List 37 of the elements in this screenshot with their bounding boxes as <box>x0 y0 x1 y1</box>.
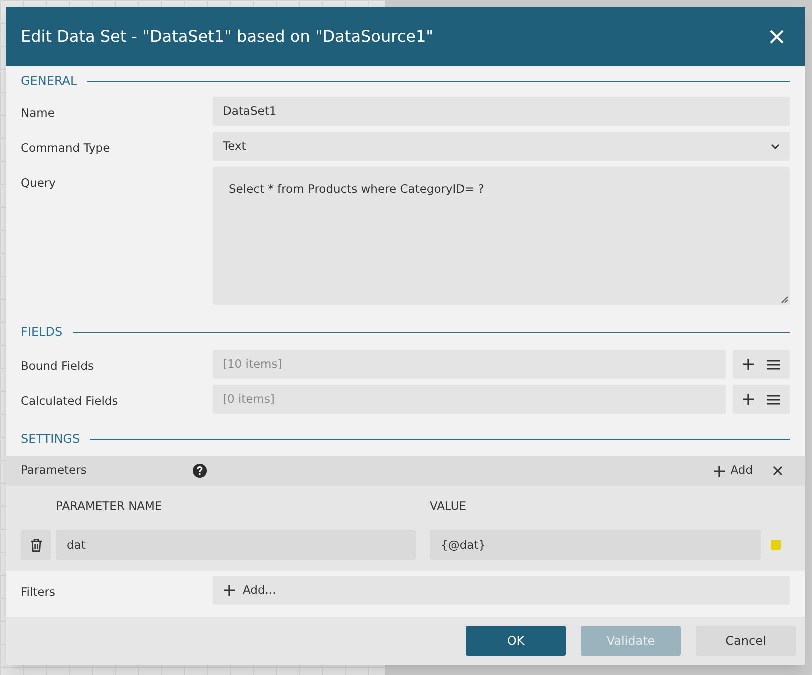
add-button[interactable] <box>743 394 754 405</box>
section-heading: FIELDS <box>21 324 63 341</box>
trash-icon <box>30 538 42 552</box>
field-label: Name <box>21 105 56 122</box>
window-title: Edit Data Set - "DataSet1" based on "DataSource1" <box>21 26 434 48</box>
section-heading: GENERAL <box>21 73 78 90</box>
plus-icon <box>714 466 725 476</box>
parameter-name-field[interactable]: dat <box>56 530 416 560</box>
add-parameter-button[interactable]: Add <box>714 462 753 480</box>
query-text: Select * from Products where CategoryID= ? <box>229 182 484 196</box>
plus-icon <box>224 585 235 596</box>
column-header: VALUE <box>430 498 467 515</box>
plus-icon <box>743 359 754 370</box>
dialog-button[interactable]: OK <box>466 626 566 656</box>
help-icon[interactable] <box>193 464 207 478</box>
name-field[interactable]: DataSet1 <box>213 97 790 126</box>
section-heading: SETTINGS <box>21 431 80 448</box>
menu-icon[interactable] <box>766 360 780 370</box>
column-header: PARAMETER NAME <box>56 498 164 515</box>
field-label: Query <box>21 175 57 192</box>
command-type-dropdown[interactable]: Text <box>213 132 790 161</box>
field-label: Command Type <box>21 140 112 157</box>
add-filter-button[interactable]: Add... <box>213 576 790 605</box>
delete-button[interactable] <box>21 530 51 560</box>
plus-icon <box>743 394 754 405</box>
field-label: Filters <box>21 584 56 601</box>
chevron-down-icon <box>771 144 780 150</box>
dialog-button[interactable]: Cancel <box>696 626 796 656</box>
close-icon[interactable] <box>773 466 783 476</box>
menu-icon[interactable] <box>766 394 780 404</box>
field-label: Calculated Fields <box>21 393 120 410</box>
query-field[interactable]: Select * from Products where CategoryID= ? <box>213 167 790 305</box>
parameter-value-field[interactable]: {@dat} <box>430 530 761 560</box>
resize-handle-icon[interactable] <box>781 296 788 303</box>
parameters-label: Parameters <box>21 462 88 480</box>
add-button[interactable] <box>743 359 754 370</box>
field-label: Bound Fields <box>21 358 95 375</box>
